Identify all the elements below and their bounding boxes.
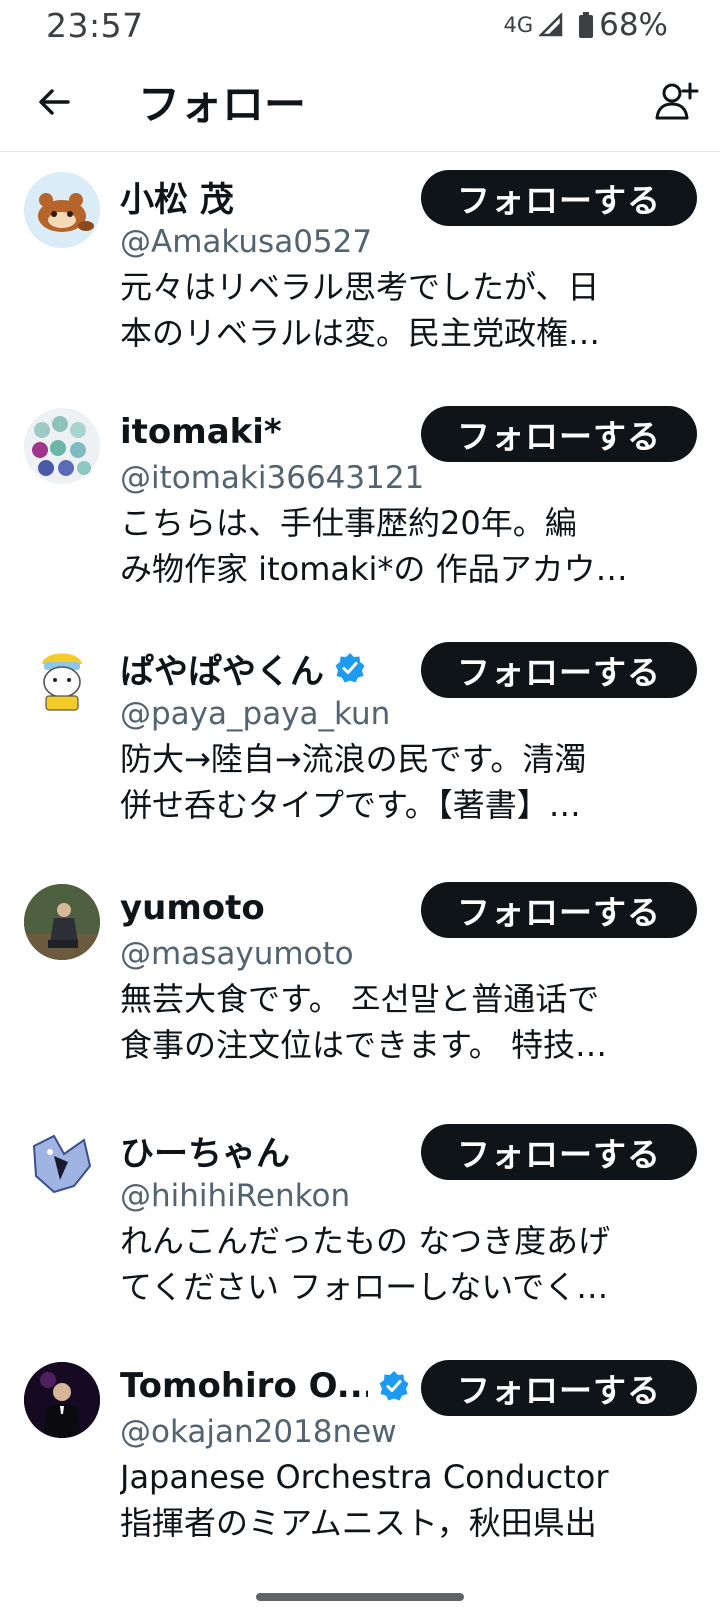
user-bio-line: 併せ呑むタイプです。【著書】… xyxy=(120,786,581,824)
user-bio: 無芸大食です。 조선말と普通话で 食事の注文位はできます。 特技… xyxy=(120,976,680,1068)
user-bio-line: れんこんだったもの なつき度あげ xyxy=(120,1222,611,1260)
user-name: itomaki* xyxy=(120,412,282,452)
user-handle: @Amakusa0527 xyxy=(120,224,373,260)
user-name-line: itomaki* xyxy=(120,410,282,454)
status-time: 23:57 xyxy=(46,6,144,45)
user-bio: 防大→陸自→流浪の民です。清濁 併せ呑むタイプです。【著書】… xyxy=(120,736,680,828)
follow-button[interactable]: フォローする xyxy=(421,170,697,226)
cat-helmet-avatar-image xyxy=(24,644,100,720)
user-handle: @okajan2018new xyxy=(120,1414,397,1450)
person-outdoor-avatar-image xyxy=(24,884,100,960)
user-handle: @itomaki36643121 xyxy=(120,460,425,496)
user-row[interactable]: ひーちゃん @hihihiRenkon れんこんだったもの なつき度あげ てくだ… xyxy=(0,1106,720,1350)
conductor-avatar-image xyxy=(24,1362,100,1438)
pixel-monster-avatar-image xyxy=(24,1126,100,1202)
follow-button[interactable]: フォローする xyxy=(421,1360,697,1416)
follow-button[interactable]: フォローする xyxy=(421,882,697,938)
page-title: フォロー xyxy=(138,80,307,129)
avatar[interactable] xyxy=(24,1126,100,1202)
user-bio-line: み物作家 itomaki*の 作品アカウ… xyxy=(120,550,628,588)
tanuki-avatar-image xyxy=(24,172,100,248)
user-name: ぱやぱやくん xyxy=(120,651,324,692)
avatar[interactable] xyxy=(24,644,100,720)
user-row[interactable]: yumoto @masayumoto 無芸大食です。 조선말と普通话で 食事の注… xyxy=(0,864,720,1108)
gesture-navigation-bar[interactable] xyxy=(256,1593,464,1601)
user-handle: @paya_paya_kun xyxy=(120,696,391,732)
user-bio-line: 食事の注文位はできます。 特技… xyxy=(120,1026,607,1064)
follow-button[interactable]: フォローする xyxy=(421,1124,697,1180)
user-name: Tomohiro O... xyxy=(120,1366,368,1406)
user-bio: れんこんだったもの なつき度あげ てください フォローしないでく… xyxy=(120,1218,680,1310)
back-button[interactable] xyxy=(30,78,78,126)
signal-icon xyxy=(539,13,563,37)
avatar[interactable] xyxy=(24,408,100,484)
user-bio: こちらは、手仕事歴約20年。編 み物作家 itomaki*の 作品アカウ… xyxy=(120,500,680,592)
add-user-button[interactable] xyxy=(650,76,702,128)
user-name: ひーちゃん xyxy=(120,1133,290,1174)
user-name-line: ひーちゃん xyxy=(120,1128,290,1174)
verified-badge-icon xyxy=(335,653,365,683)
user-row[interactable]: ぱやぱやくん @paya_paya_kun 防大→陸自→流浪の民です。清濁 併せ… xyxy=(0,624,720,868)
user-handle: @masayumoto xyxy=(120,936,354,972)
battery-icon xyxy=(579,12,594,38)
arrow-left-icon xyxy=(39,89,70,115)
user-name-line: ぱやぱやくん xyxy=(120,646,366,692)
app-header: フォロー xyxy=(0,52,720,152)
user-row[interactable]: 小松 茂 @Amakusa0527 元々はリベラル思考でしたが、日 本のリベラル… xyxy=(0,152,720,396)
user-handle: @hihihiRenkon xyxy=(120,1178,351,1214)
user-name-line: 小松 茂 xyxy=(120,174,234,220)
user-bio-line: 無芸大食です。 조선말と普通话で xyxy=(120,980,600,1018)
user-bio-line: 元々はリベラル思考でしたが、日 xyxy=(120,268,600,306)
user-row[interactable]: itomaki* @itomaki36643121 こちらは、手仕事歴約20年。… xyxy=(0,388,720,632)
user-bio-line: 指揮者のミアムニスト，秋田県出 xyxy=(120,1504,597,1542)
user-bio-line: 防大→陸自→流浪の民です。清濁 xyxy=(120,740,587,778)
add-user-icon xyxy=(655,82,699,120)
user-name-line: Tomohiro O... xyxy=(120,1364,410,1408)
user-row[interactable]: Tomohiro O... @okajan2018new Japanese Or… xyxy=(0,1342,720,1572)
status-bar: 23:57 4G 68% xyxy=(0,0,720,52)
user-bio-line: てください フォローしないでく… xyxy=(120,1268,609,1306)
user-bio-line: こちらは、手仕事歴約20年。編 xyxy=(120,504,577,542)
following-screen: 23:57 4G 68% フォロー 小松 茂 @Amakusa0527 元々はリ… xyxy=(0,0,720,1612)
user-bio: 元々はリベラル思考でしたが、日 本のリベラルは変。民主党政権… xyxy=(120,264,680,356)
user-name-line: yumoto xyxy=(120,886,265,930)
user-bio: Japanese Orchestra Conductor 指揮者のミアムニスト，… xyxy=(120,1454,680,1546)
following-list: 小松 茂 @Amakusa0527 元々はリベラル思考でしたが、日 本のリベラル… xyxy=(0,152,720,1572)
avatar[interactable] xyxy=(24,884,100,960)
follow-button[interactable]: フォローする xyxy=(421,406,697,462)
network-type-label: 4G xyxy=(503,13,534,37)
user-name: 小松 茂 xyxy=(120,179,234,220)
yarn-avatar-image xyxy=(24,408,100,484)
user-bio-line: 本のリベラルは変。民主党政権… xyxy=(120,314,601,352)
verified-badge-icon xyxy=(379,1371,409,1401)
follow-button[interactable]: フォローする xyxy=(421,642,697,698)
user-name: yumoto xyxy=(120,888,265,928)
avatar[interactable] xyxy=(24,1362,100,1438)
avatar[interactable] xyxy=(24,172,100,248)
user-bio-line: Japanese Orchestra Conductor xyxy=(120,1458,609,1496)
status-indicators: 4G 68% xyxy=(503,7,668,43)
battery-percentage: 68% xyxy=(599,7,668,43)
